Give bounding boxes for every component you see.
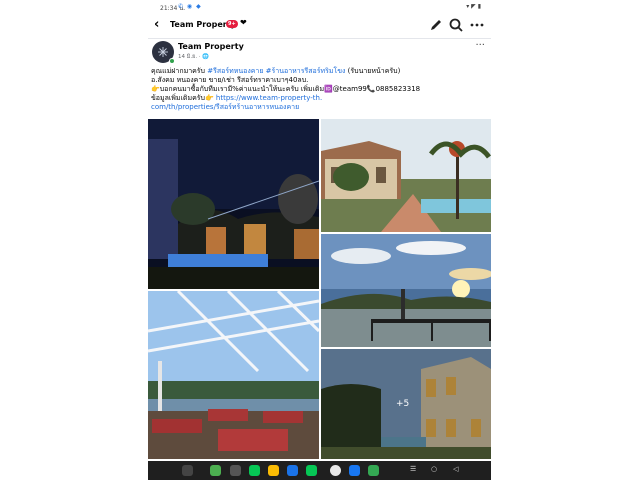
more-photos-count: +5 <box>396 399 410 409</box>
hashtag-link[interactable]: #ร้านอาหารรีสอร์ทริมโขง <box>263 67 346 75</box>
post-line-4: ข้อมูลเพิ่มเติมครับ👉 https://www.team-pr… <box>151 94 487 103</box>
back-button-icon[interactable]: ◁ <box>453 465 458 473</box>
night-pool-image <box>148 119 319 289</box>
url-link[interactable]: com/th/properties/รีสอร์ทร้านอาหารหนองคา… <box>151 103 299 111</box>
camera-icon[interactable] <box>230 465 241 476</box>
online-status-dot <box>169 58 175 64</box>
status-app-icons: ✆ ◉ ◆ <box>178 3 202 10</box>
post-line-text: ข้อมูลเพิ่มเติมครับ👉 <box>151 94 216 102</box>
url-link[interactable]: https://www.team-property-th. <box>216 94 322 102</box>
page-header: ‹ Team Property 9+ ❤ <box>148 12 491 39</box>
post-text: คุณแม่ฝากมาครับ #รีสอร์ทหนองคาย #ร้านอาห… <box>151 67 487 112</box>
menu-button-icon[interactable]: ☰ <box>410 465 416 473</box>
post-timestamp[interactable]: 14 มิ.ย. · 🌐 <box>178 53 209 61</box>
phone-screen: 21:34 น. ✆ ◉ ◆ ▾ ◤ ▮ ‹ Team Property 9+ … <box>148 0 491 480</box>
photo-pool-villa[interactable] <box>321 119 491 232</box>
home-button-icon[interactable]: ○ <box>431 465 437 473</box>
line-2-icon[interactable] <box>306 465 317 476</box>
maps-icon[interactable] <box>368 465 379 476</box>
photo-more-overlay[interactable]: +5 <box>321 349 491 459</box>
post-more-icon[interactable]: ··· <box>475 40 485 51</box>
status-bar: 21:34 น. ✆ ◉ ◆ ▾ ◤ ▮ <box>148 0 491 12</box>
files-icon[interactable] <box>268 465 279 476</box>
photo-restaurant[interactable] <box>148 291 319 459</box>
post-line-2: อ.สังคม หนองคาย ขาย/เช่า รีสอร์ทราคาเบาๆ… <box>151 76 309 84</box>
taskbar: ☰ ○ ◁ <box>148 461 491 480</box>
post-header: Team Property 14 มิ.ย. · 🌐 ··· <box>148 38 491 66</box>
pool-villa-image <box>321 119 491 232</box>
chrome-icon[interactable] <box>330 465 341 476</box>
notification-badge: 9+ <box>226 20 238 28</box>
restaurant-image <box>148 291 319 459</box>
hashtag-link[interactable]: #รีสอร์ทหนองคาย <box>207 67 263 75</box>
edit-icon[interactable] <box>428 17 444 33</box>
more-icon[interactable] <box>469 17 485 33</box>
status-right-icons: ▾ ◤ ▮ <box>466 3 481 10</box>
sunset-river-image <box>321 234 491 347</box>
line-icon[interactable] <box>249 465 260 476</box>
messages-icon[interactable] <box>287 465 298 476</box>
photo-night-pool[interactable] <box>148 119 319 289</box>
post-line-3: 👉บอกคนมาซื้อกับทีมเรามี%ค่าแนะนำให้นะครั… <box>151 85 421 93</box>
facebook-icon[interactable] <box>349 465 360 476</box>
heart-icon[interactable]: ❤ <box>240 18 247 27</box>
post-line-1: คุณแม่ฝากมาครับ #รีสอร์ทหนองคาย #ร้านอาห… <box>151 67 487 76</box>
post-line-suffix: (รับนายหน้าครับ) <box>345 67 401 75</box>
chat-icon[interactable] <box>210 465 221 476</box>
post-author-name[interactable]: Team Property <box>178 42 244 51</box>
post-line-5: com/th/properties/รีสอร์ทร้านอาหารหนองคา… <box>151 103 487 112</box>
back-icon[interactable]: ‹ <box>154 17 159 32</box>
photo-sunset-river[interactable] <box>321 234 491 347</box>
app-grid-icon[interactable] <box>182 465 193 476</box>
post-line-text: คุณแม่ฝากมาครับ <box>151 67 208 75</box>
photo-grid: +5 <box>148 119 491 459</box>
search-icon[interactable] <box>448 17 464 33</box>
